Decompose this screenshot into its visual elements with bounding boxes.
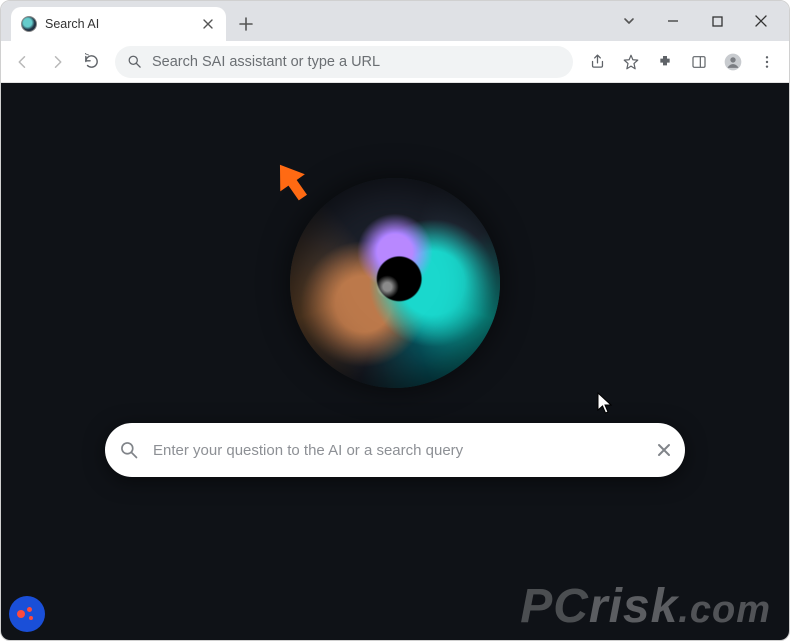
close-tab-button[interactable] [200, 16, 216, 32]
side-panel-button[interactable] [683, 46, 715, 78]
browser-tab[interactable]: Search AI [11, 7, 226, 41]
reload-button[interactable] [75, 46, 107, 78]
forward-button[interactable] [41, 46, 73, 78]
watermark-text: PCrisk.com [520, 579, 771, 634]
tab-strip: Search AI [1, 1, 789, 41]
page-content: PCrisk.com [1, 83, 789, 640]
tab-search-button[interactable] [611, 5, 647, 37]
clear-icon[interactable] [657, 443, 671, 457]
close-window-button[interactable] [739, 5, 783, 37]
page-search-input[interactable] [153, 442, 643, 459]
omnibox-input[interactable] [152, 54, 561, 70]
browser-toolbar [1, 41, 789, 83]
hero-logo [290, 178, 500, 388]
maximize-button[interactable] [695, 5, 739, 37]
window-controls [611, 1, 789, 41]
search-icon [127, 54, 142, 69]
minimize-button[interactable] [651, 5, 695, 37]
address-bar[interactable] [115, 46, 573, 78]
search-icon [119, 440, 139, 460]
tab-title: Search AI [45, 17, 192, 31]
swirl-icon [290, 178, 500, 388]
bubble-dots-icon [17, 607, 37, 621]
annotation-arrow-icon [269, 159, 315, 205]
profile-button[interactable] [717, 46, 749, 78]
bookmark-button[interactable] [615, 46, 647, 78]
share-button[interactable] [581, 46, 613, 78]
mouse-cursor-icon [597, 392, 615, 416]
back-button[interactable] [7, 46, 39, 78]
browser-window: Search AI [0, 0, 790, 641]
new-tab-button[interactable] [232, 10, 260, 38]
assistant-bubble-button[interactable] [9, 596, 45, 632]
page-search-bar[interactable] [105, 423, 685, 477]
tab-favicon [21, 16, 37, 32]
chrome-menu-button[interactable] [751, 46, 783, 78]
extensions-button[interactable] [649, 46, 681, 78]
